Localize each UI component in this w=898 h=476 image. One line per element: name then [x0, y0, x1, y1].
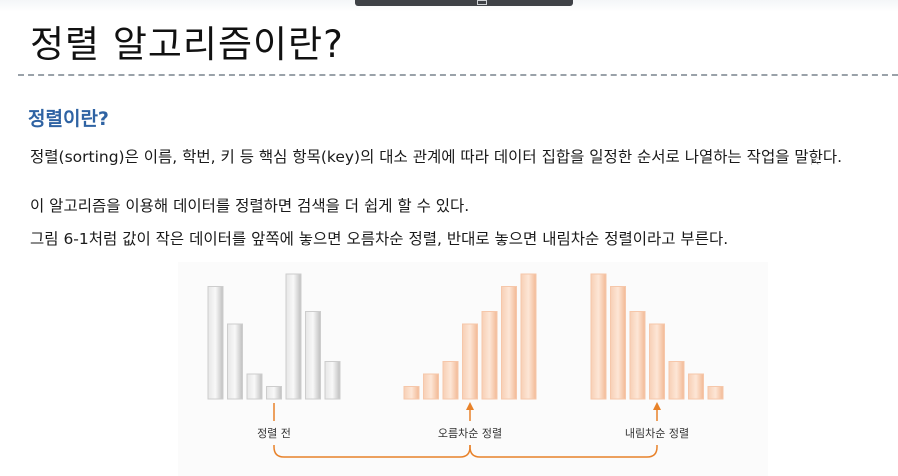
page-title: 정렬 알고리즘이란? [30, 23, 344, 66]
sorting-figure: 정렬 전 오름차순 정렬 내림차순 정렬 [178, 262, 768, 476]
group-label: 내림차순 정렬 [625, 427, 689, 440]
pointer-arrowhead [653, 402, 661, 410]
paragraph-definition: 정렬(sorting)은 이름, 학번, 키 등 핵심 항목(key)의 대소 … [30, 148, 843, 166]
group-label: 오름차순 정렬 [438, 427, 502, 440]
bar [403, 386, 420, 400]
bar [423, 373, 439, 400]
bar [590, 273, 607, 400]
connector-bracket [469, 445, 658, 458]
bar [520, 273, 537, 400]
toolbar-button[interactable] [477, 0, 487, 5]
mouse-cursor-icon: ⇱ [811, 157, 820, 168]
bar [285, 273, 302, 400]
bar [501, 286, 517, 400]
bar [649, 323, 665, 400]
bar [707, 386, 724, 400]
sorting-diagram: 정렬 전 오름차순 정렬 내림차순 정렬 [207, 273, 724, 458]
pointer-arrowhead [466, 402, 474, 410]
presentation-toolbar[interactable] [355, 0, 573, 6]
bar [629, 311, 646, 400]
section-heading: 정렬이란? [28, 108, 109, 130]
bar [668, 361, 685, 400]
bar [305, 311, 321, 400]
bar [207, 286, 224, 400]
bar [442, 361, 459, 400]
group-label: 정렬 전 [257, 427, 291, 440]
bar [246, 373, 263, 400]
bar [481, 311, 498, 400]
bar [610, 286, 626, 400]
bar [324, 361, 341, 400]
bar [462, 323, 478, 400]
bar [227, 323, 243, 400]
bar [688, 373, 704, 400]
connector-bracket [273, 445, 471, 458]
bar [266, 386, 282, 400]
paragraph-purpose: 이 알고리즘을 이용해 데이터를 정렬하면 검색을 더 쉽게 할 수 있다. [30, 197, 470, 215]
paragraph-order: 그림 6-1처럼 값이 작은 데이터를 앞쪽에 놓으면 오름차순 정렬, 반대로… [30, 230, 729, 248]
title-divider [18, 74, 898, 76]
